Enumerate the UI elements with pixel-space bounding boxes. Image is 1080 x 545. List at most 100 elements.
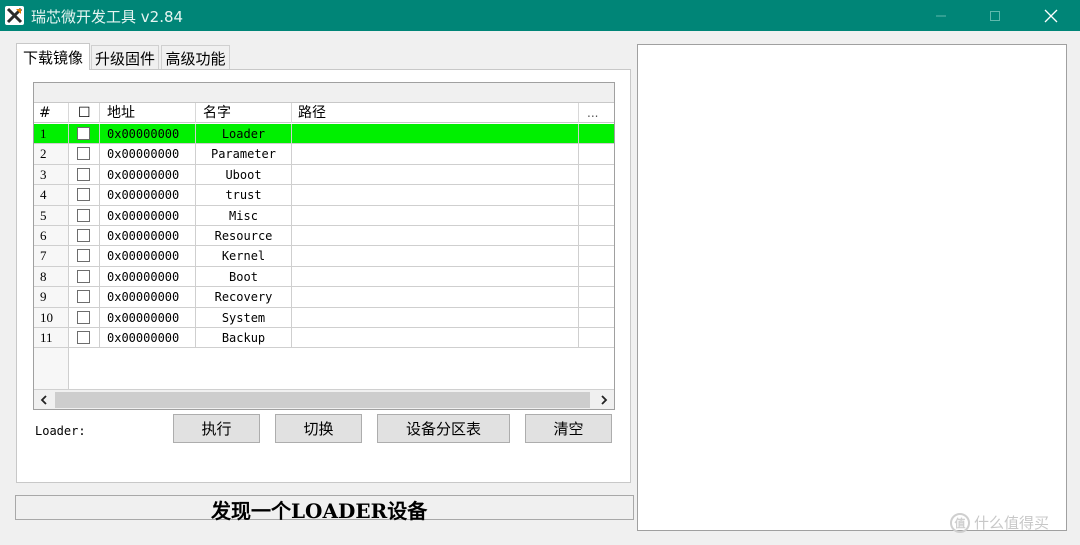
row-name[interactable]: Backup	[196, 327, 292, 349]
table-row[interactable]: 3 0x00000000 Uboot	[34, 164, 614, 186]
row-name[interactable]: Uboot	[196, 164, 292, 186]
header-name[interactable]: 名字	[196, 103, 292, 123]
chevron-left-icon	[40, 395, 47, 405]
row-browse-button[interactable]	[579, 124, 614, 145]
row-name[interactable]: Recovery	[196, 287, 292, 308]
scroll-left-button[interactable]	[34, 390, 54, 410]
row-name[interactable]: Loader	[196, 124, 292, 145]
table-body: 1 0x00000000 Loader 2 0x00000000 Parameter 3 0x…	[34, 124, 614, 349]
row-checkbox[interactable]	[77, 249, 90, 263]
row-address[interactable]: 0x00000000	[100, 164, 196, 186]
row-address[interactable]: 0x00000000	[100, 327, 196, 349]
row-index: 6	[34, 225, 69, 247]
row-checkbox-cell	[69, 307, 100, 328]
row-address[interactable]: 0x00000000	[100, 287, 196, 308]
tab-upgrade-firmware[interactable]: 升级固件	[91, 45, 159, 70]
row-checkbox[interactable]	[77, 269, 90, 283]
close-button[interactable]	[1028, 0, 1074, 31]
row-index: 4	[34, 185, 69, 206]
row-address[interactable]: 0x00000000	[100, 124, 196, 145]
row-browse-button[interactable]	[579, 165, 614, 186]
row-browse-button[interactable]	[579, 267, 614, 288]
row-path[interactable]	[292, 327, 579, 349]
row-checkbox[interactable]	[77, 188, 90, 202]
table-row[interactable]: 10 0x00000000 System	[34, 307, 614, 328]
row-name[interactable]: System	[196, 307, 292, 328]
scrollbar-thumb[interactable]	[55, 392, 590, 408]
scroll-right-button[interactable]	[594, 390, 614, 410]
row-browse-button[interactable]	[579, 144, 614, 165]
tab-advanced-functions[interactable]: 高级功能	[161, 45, 230, 70]
row-checkbox[interactable]	[77, 127, 90, 140]
device-partition-table-button[interactable]: 设备分区表	[377, 414, 510, 443]
row-address[interactable]: 0x00000000	[100, 185, 196, 206]
row-name[interactable]: Kernel	[196, 246, 292, 267]
log-output-box[interactable]	[637, 44, 1067, 531]
row-path[interactable]	[292, 246, 579, 267]
row-checkbox[interactable]	[77, 147, 90, 161]
watermark-logo-icon: 值	[950, 512, 970, 533]
clear-button[interactable]: 清空	[525, 414, 612, 443]
row-path[interactable]	[292, 144, 579, 165]
row-path[interactable]	[292, 287, 579, 308]
row-checkbox-cell	[69, 266, 100, 288]
row-path[interactable]	[292, 266, 579, 288]
row-checkbox[interactable]	[77, 290, 90, 304]
row-path[interactable]	[292, 124, 579, 145]
horizontal-scrollbar[interactable]	[34, 389, 614, 409]
row-path[interactable]	[292, 164, 579, 186]
row-name[interactable]: Boot	[196, 266, 292, 288]
row-browse-button[interactable]	[579, 328, 614, 349]
row-name[interactable]: Parameter	[196, 144, 292, 165]
watermark: 值 什么值得买	[950, 512, 1049, 533]
switch-button[interactable]: 切换	[275, 414, 362, 443]
execute-button[interactable]: 执行	[173, 414, 260, 443]
row-browse-button[interactable]	[579, 308, 614, 328]
row-checkbox-cell	[69, 287, 100, 308]
table-row[interactable]: 6 0x00000000 Resource	[34, 225, 614, 247]
row-checkbox[interactable]	[77, 228, 90, 242]
maximize-button[interactable]	[972, 0, 1018, 31]
row-checkbox[interactable]	[77, 167, 90, 181]
table-row[interactable]: 2 0x00000000 Parameter	[34, 144, 614, 165]
row-address[interactable]: 0x00000000	[100, 225, 196, 247]
row-path[interactable]	[292, 205, 579, 226]
row-name[interactable]: Resource	[196, 225, 292, 247]
row-name[interactable]: Misc	[196, 205, 292, 226]
row-browse-button[interactable]	[579, 287, 614, 308]
table-row[interactable]: 7 0x00000000 Kernel	[34, 246, 614, 267]
row-browse-button[interactable]	[579, 246, 614, 267]
row-checkbox-cell	[69, 164, 100, 186]
row-browse-button[interactable]	[579, 206, 614, 226]
row-path[interactable]	[292, 185, 579, 206]
header-path[interactable]: 路径	[292, 103, 579, 123]
table-row[interactable]: 8 0x00000000 Boot	[34, 266, 614, 288]
tab-download-image[interactable]: 下载镜像	[16, 43, 90, 70]
row-index: 2	[34, 144, 69, 165]
header-more[interactable]: ...	[579, 103, 614, 123]
row-address[interactable]: 0x00000000	[100, 246, 196, 267]
table-row[interactable]: 11 0x00000000 Backup	[34, 327, 614, 349]
header-index[interactable]: #	[34, 103, 69, 123]
row-checkbox[interactable]	[77, 330, 90, 344]
row-checkbox[interactable]	[77, 208, 90, 222]
table-row[interactable]: 5 0x00000000 Misc	[34, 205, 614, 226]
row-browse-button[interactable]	[579, 185, 614, 206]
row-browse-button[interactable]	[579, 226, 614, 247]
minimize-button[interactable]	[918, 0, 964, 31]
table-row[interactable]: 4 0x00000000 trust	[34, 185, 614, 206]
header-address[interactable]: 地址	[100, 103, 196, 123]
window-title: 瑞芯微开发工具 v2.84	[31, 8, 184, 26]
row-address[interactable]: 0x00000000	[100, 144, 196, 165]
row-checkbox-cell	[69, 225, 100, 247]
row-checkbox[interactable]	[77, 310, 90, 324]
table-row[interactable]: 1 0x00000000 Loader	[34, 124, 614, 145]
row-address[interactable]: 0x00000000	[100, 205, 196, 226]
header-select-all-checkbox[interactable]: ☐	[69, 103, 100, 123]
row-address[interactable]: 0x00000000	[100, 307, 196, 328]
row-path[interactable]	[292, 307, 579, 328]
row-name[interactable]: trust	[196, 185, 292, 206]
row-address[interactable]: 0x00000000	[100, 266, 196, 288]
table-row[interactable]: 9 0x00000000 Recovery	[34, 287, 614, 308]
row-path[interactable]	[292, 225, 579, 247]
